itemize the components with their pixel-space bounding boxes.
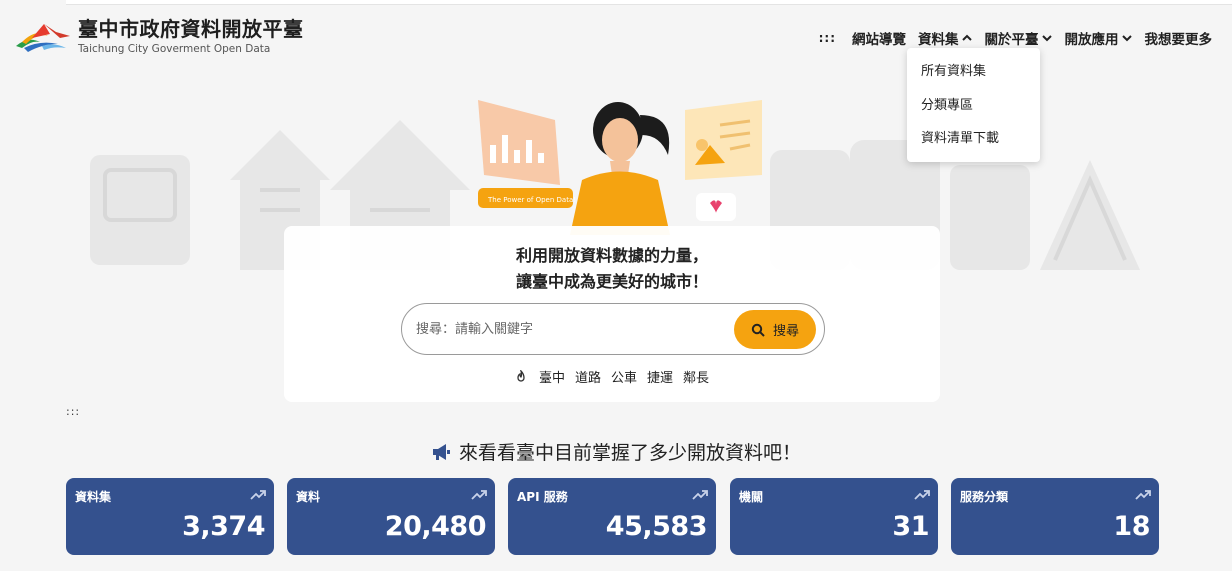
- stat-label: API 服務: [517, 490, 568, 504]
- fire-icon: [517, 369, 525, 382]
- stat-label: 資料: [296, 490, 321, 504]
- search-card: 利用開放資料數據的力量， 讓臺中成為更美好的城市！ 搜尋 臺中 道路 公車 捷運…: [284, 226, 940, 402]
- stat-value: 3,374: [182, 511, 265, 542]
- nav-item-applications[interactable]: 開放應用: [1065, 28, 1133, 48]
- stat-label: 機關: [739, 490, 764, 504]
- site-subtitle: Taichung City Goverment Open Data: [78, 43, 271, 55]
- stat-card-api-services[interactable]: API 服務 45,583: [508, 478, 716, 555]
- hot-tag[interactable]: 道路: [575, 367, 601, 386]
- stat-card-datasets[interactable]: 資料集 3,374: [66, 478, 274, 555]
- stats-heading: 來看看臺中目前掌握了多少開放資料吧！: [0, 438, 1232, 465]
- content-accesskey[interactable]: :::: [66, 405, 80, 418]
- trending-up-icon: [471, 490, 487, 500]
- hero-badge-text: The Power of Open Data!: [487, 196, 576, 204]
- trending-up-icon: [1135, 490, 1151, 500]
- trending-up-icon: [692, 490, 708, 500]
- hot-tag[interactable]: 臺中: [539, 367, 565, 386]
- nav-item-label: 網站導覽: [852, 32, 906, 48]
- hero-slogan-line2: 讓臺中成為更美好的城市！: [515, 272, 708, 291]
- datasets-dropdown: 所有資料集 分類專區 資料清單下載: [907, 48, 1040, 162]
- hot-tag[interactable]: 公車: [611, 367, 637, 386]
- stat-value: 45,583: [605, 511, 708, 542]
- hero-slogan-line1: 利用開放資料數據的力量，: [515, 246, 708, 265]
- chevron-down-icon: [1041, 35, 1052, 42]
- trending-up-icon: [914, 490, 930, 500]
- chevron-up-icon: [961, 34, 972, 41]
- search-button[interactable]: 搜尋: [734, 310, 816, 349]
- megaphone-icon: [432, 443, 450, 460]
- nav-item-sitemap[interactable]: 網站導覽: [852, 28, 906, 48]
- stats-heading-text: 來看看臺中目前掌握了多少開放資料吧！: [458, 442, 801, 464]
- search-button-label: 搜尋: [772, 324, 799, 339]
- nav-item-label: 開放應用: [1064, 32, 1119, 48]
- top-strip: [66, 0, 1232, 5]
- nav-item-label: 關於平臺: [984, 32, 1039, 48]
- search-box: 搜尋: [401, 303, 825, 355]
- nav-item-want-more[interactable]: 我想要更多: [1145, 28, 1213, 48]
- nav-item-about[interactable]: 關於平臺: [985, 28, 1053, 48]
- dropdown-item-download-list[interactable]: 資料清單下載: [907, 122, 1040, 156]
- chevron-down-icon: [1121, 35, 1132, 42]
- nav-accesskey[interactable]: :::: [819, 31, 836, 45]
- stat-card-service-categories[interactable]: 服務分類 18: [951, 478, 1159, 555]
- dropdown-item-categories[interactable]: 分類專區: [907, 89, 1040, 123]
- site-logo[interactable]: 臺中市政府資料開放平臺 Taichung City Goverment Open…: [14, 16, 304, 56]
- stat-label: 資料集: [75, 490, 112, 504]
- stat-card-data[interactable]: 資料 20,480: [287, 478, 495, 555]
- hot-tag[interactable]: 捷運: [647, 367, 673, 386]
- search-input[interactable]: [416, 318, 716, 340]
- taichung-logo-icon: [16, 24, 70, 52]
- hot-tag[interactable]: 鄰長: [683, 367, 709, 386]
- nav-item-label: 資料集: [918, 32, 959, 48]
- trending-up-icon: [250, 490, 266, 500]
- stat-value: 18: [1113, 511, 1150, 542]
- dropdown-item-all-datasets[interactable]: 所有資料集: [907, 55, 1040, 89]
- stat-value: 20,480: [384, 511, 487, 542]
- hot-keywords: 臺中 道路 公車 捷運 鄰長: [284, 367, 940, 386]
- nav-item-label: 我想要更多: [1144, 32, 1213, 48]
- stat-card-agencies[interactable]: 機關 31: [730, 478, 938, 555]
- search-icon: [751, 323, 765, 337]
- nav-item-datasets[interactable]: 資料集: [918, 28, 973, 48]
- main-nav: ::: 網站導覽 資料集 關於平臺 開放應用 我想要更多: [819, 28, 1212, 48]
- stat-label: 服務分類: [960, 490, 1009, 504]
- stat-value: 31: [892, 511, 929, 542]
- site-title: 臺中市政府資料開放平臺: [78, 17, 304, 41]
